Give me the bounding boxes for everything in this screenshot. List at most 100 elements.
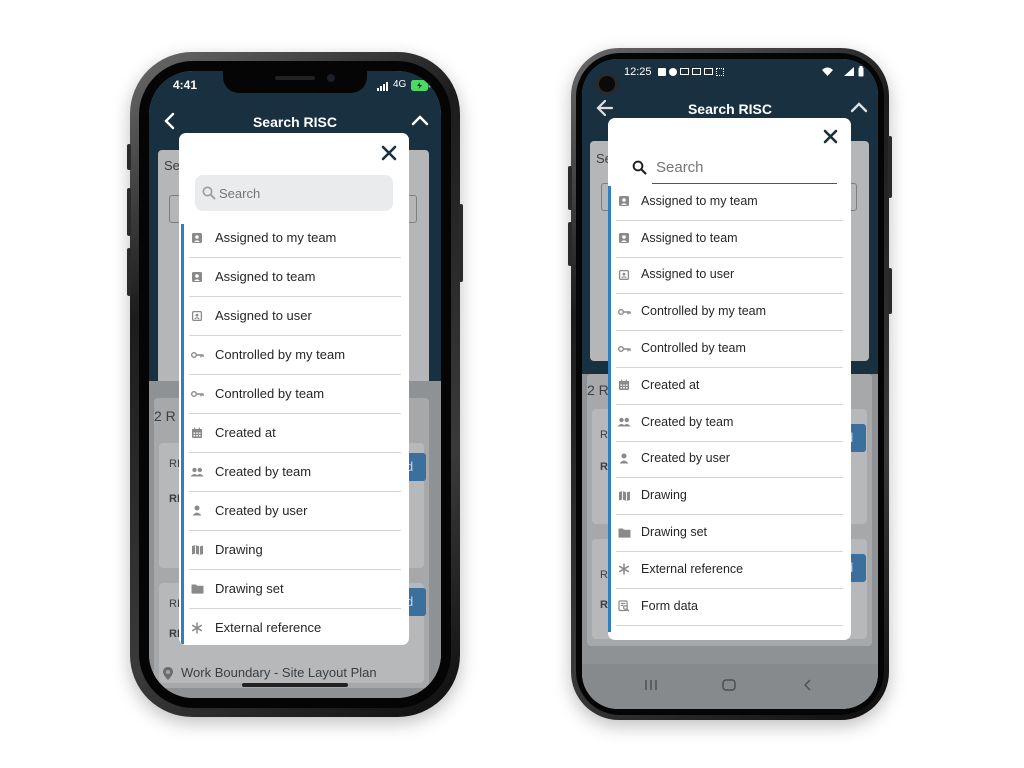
form-search-icon [616,598,632,614]
filter-option[interactable]: Controlled by team [608,331,851,368]
filter-list: Assigned to my team Assigned to team Assig… [608,184,851,640]
power-button [459,204,463,282]
filter-option[interactable]: Assigned to team [179,258,409,297]
filter-option[interactable]: External reference [179,609,409,645]
badge-icon [616,193,632,209]
person-icon [616,451,632,467]
status-time: 12:25 [624,66,652,78]
filter-option[interactable]: Assigned to my team [608,184,851,221]
battery-icon [411,80,431,91]
signal-icon [377,82,389,91]
filter-option[interactable]: Created at [608,368,851,405]
filter-option[interactable]: Drawing set [608,515,851,552]
mute-switch [127,144,131,170]
filter-option-label: Controlled by team [215,386,325,401]
badge-icon [189,230,205,246]
search-input[interactable] [656,152,835,182]
map-icon [616,488,632,504]
filter-option[interactable]: Assigned to my team [179,219,409,258]
filter-option-label: Assigned to my team [215,230,337,245]
network-label: 4G [393,79,407,90]
chevron-up-icon[interactable] [848,97,870,119]
filter-option[interactable]: Controlled by my team [179,336,409,375]
search-input[interactable] [219,175,389,211]
front-camera [327,74,335,82]
account-notification-icon [669,68,677,76]
filter-option[interactable]: External reference [608,552,851,589]
filter-option[interactable]: Created by team [608,405,851,442]
key-icon [189,386,205,402]
status-bar: 12:25 [582,66,878,82]
filter-option[interactable]: Controlled by team [179,375,409,414]
back-nav-icon[interactable] [802,679,812,691]
filter-option-label: Drawing set [641,525,707,540]
filter-option-label: External reference [215,620,322,635]
search-field[interactable] [632,152,837,184]
volume-button [568,222,572,266]
filter-option[interactable]: Drawing [608,478,851,516]
filter-option[interactable]: Created by user [179,492,409,531]
calendar-icon [616,377,632,393]
home-icon[interactable] [722,679,736,691]
filter-option-label: Created at [641,377,700,392]
filter-option[interactable]: Created at [179,414,409,453]
notification-icons [658,68,724,76]
search-icon [202,186,216,200]
home-indicator [242,683,348,687]
filter-option-label: Controlled by my team [641,304,767,319]
filter-option[interactable]: Drawing [179,531,409,570]
filter-option[interactable]: Assigned to user [608,258,851,295]
badge-icon [616,230,632,246]
location-pin-icon [163,667,173,680]
filter-option[interactable]: Created by team [179,453,409,492]
speaker-grille [275,76,315,80]
filter-option-label: Controlled by my team [215,347,346,362]
filter-option[interactable]: Created by user [608,442,851,479]
divider [616,624,843,626]
filter-option-label: Created by team [215,464,312,479]
filter-option-label: Form data [641,598,698,613]
filter-option[interactable]: Drawing set [179,570,409,609]
filter-option[interactable]: Assigned to team [608,221,851,258]
people-icon [189,464,205,480]
mail-notification-icon [680,68,689,75]
filter-option-label: Assigned to team [641,230,738,245]
filter-option-label: Controlled by team [641,341,746,356]
chevron-up-icon[interactable] [409,110,431,132]
results-count: 2 R [154,408,176,424]
filter-option-label: Drawing [215,542,263,557]
key-icon [616,341,632,357]
recent-apps-icon[interactable] [644,679,658,691]
laptop-notification-icon [692,68,701,75]
wifi-icon [822,67,833,76]
location-text: Work Boundary - Site Layout Plan [181,665,377,680]
asterisk-icon [616,561,632,577]
person-icon [189,503,205,519]
filter-option[interactable]: Controlled by my team [608,294,851,332]
folder-icon [616,525,632,541]
search-field[interactable] [195,175,393,211]
key-icon [616,304,632,320]
page-title: Search RISC [687,101,773,117]
volume-down-button [127,248,131,296]
results-count: 2 R [587,382,609,398]
filter-option-label: External reference [641,561,744,576]
people-icon [616,414,632,430]
search-icon [632,160,647,175]
phone-screen: 4:41 4G Search RISC Se 2 R d d Work Boun… [149,71,441,698]
filter-option-label: Created by user [215,503,308,518]
calendar-icon [189,425,205,441]
close-icon[interactable] [381,145,399,163]
map-icon [189,542,205,558]
close-icon[interactable] [823,129,841,147]
badge-outline-icon [616,267,632,283]
folder-icon [189,581,205,597]
filter-option-label: Assigned to team [215,269,316,284]
navigation-bar [582,664,878,709]
status-time: 4:41 [173,78,198,92]
image-notification-icon [704,68,713,75]
filter-option-label: Assigned to user [215,308,312,323]
filter-option[interactable]: Assigned to user [179,297,409,336]
filter-option-label: Drawing [641,488,687,503]
filter-option[interactable]: Form data [608,589,851,626]
